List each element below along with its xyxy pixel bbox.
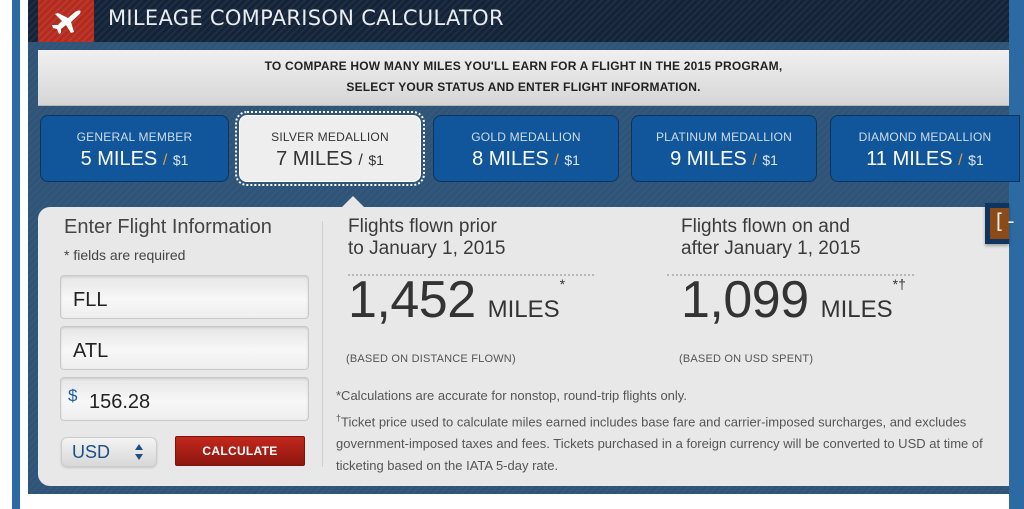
footnote-ticket-price: †Ticket price used to calculate miles ea… [336, 407, 996, 477]
mileage-calculator-widget: MILEAGE COMPARISON CALCULATOR TO COMPARE… [28, 0, 1020, 494]
tier-label: SILVER MEDALLION [271, 130, 389, 144]
destination-input[interactable] [61, 327, 308, 369]
result-title-line-1: Flights flown on and [681, 216, 850, 237]
tier-slash: / [752, 152, 757, 169]
dollar-sign-icon: $ [68, 386, 78, 405]
right-page-rail [1009, 0, 1024, 509]
ticket-price-input[interactable] [61, 378, 308, 420]
tier-miles: 11 MILES [866, 148, 953, 170]
collapse-side-tab[interactable]: [- [985, 203, 1017, 244]
tier-rate: 5 MILES / $1 [41, 148, 228, 171]
result-title-line-2: after January 1, 2015 [681, 238, 861, 259]
result-title-line-1: Flights flown prior [348, 216, 497, 237]
intro-instructions: TO COMPARE HOW MANY MILES YOU'LL EARN FO… [38, 50, 1009, 106]
tier-rate: 8 MILES / $1 [434, 148, 618, 171]
result-miles: 1,099 MILES *† [681, 270, 906, 330]
tier-miles: 7 MILES [276, 148, 353, 170]
tier-slash: / [554, 152, 559, 169]
tier-unit: $1 [172, 152, 189, 168]
origin-field[interactable] [60, 275, 309, 319]
result-title-line-2: to January 1, 2015 [348, 238, 506, 259]
intro-line-2: SELECT YOUR STATUS AND ENTER FLIGHT INFO… [346, 80, 701, 94]
tier-miles: 8 MILES [472, 148, 549, 170]
flight-info-form: Enter Flight Information * fields are re… [38, 207, 322, 486]
result-miles: 1,452 MILES * [348, 270, 565, 330]
result-title: Flights flown prior to January 1, 2015 [348, 216, 668, 260]
column-divider [322, 221, 323, 467]
tier-rate: 11 MILES / $1 [831, 148, 1019, 171]
tier-rate: 7 MILES / $1 [240, 148, 420, 171]
tier-miles: 9 MILES [670, 148, 747, 170]
miles-number: 1,099 [681, 271, 809, 329]
tier-unit: $1 [368, 152, 384, 168]
tier-label: GENERAL MEMBER [76, 130, 193, 144]
tier-unit: $1 [564, 152, 580, 168]
status-tier-tabs: GENERAL MEMBER 5 MILES / $1 SILVER MEDAL… [38, 111, 1020, 186]
tier-tab-gold-medallion[interactable]: GOLD MEDALLION 8 MILES / $1 [433, 115, 619, 182]
result-title: Flights flown on and after January 1, 20… [681, 216, 1001, 260]
tier-tab-general-member[interactable]: GENERAL MEMBER 5 MILES / $1 [40, 115, 229, 182]
tier-label: PLATINUM MEDALLION [655, 130, 793, 144]
airplane-icon [52, 10, 81, 35]
result-basis: (BASED ON USD SPENT) [679, 353, 814, 365]
currency-select[interactable]: USD [61, 437, 157, 467]
tier-slash: / [958, 152, 963, 169]
tier-label: DIAMOND MEDALLION [858, 130, 992, 144]
footnote-ticket-price-text: Ticket price used to calculate miles ear… [336, 414, 983, 474]
collapse-bracket-icon: [- [993, 209, 1018, 233]
tier-tab-diamond-medallion[interactable]: DIAMOND MEDALLION 11 MILES / $1 [830, 115, 1020, 182]
footnote-marker: * [559, 276, 566, 292]
header-icon-box [38, 0, 94, 42]
tier-rate: 9 MILES / $1 [632, 148, 816, 171]
origin-input[interactable] [61, 276, 308, 318]
intro-line-1: TO COMPARE HOW MANY MILES YOU'LL EARN FO… [264, 59, 783, 73]
up-down-arrows-icon [135, 444, 143, 460]
calculator-panel: Enter Flight Information * fields are re… [38, 207, 1009, 486]
destination-field[interactable] [60, 326, 309, 370]
tier-slash: / [162, 152, 168, 169]
left-page-rail [12, 0, 20, 509]
result-basis: (BASED ON DISTANCE FLOWN) [346, 353, 516, 365]
tier-slash: / [358, 152, 363, 169]
footnotes: *Calculations are accurate for nonstop, … [336, 385, 996, 477]
currency-value: USD [72, 442, 111, 462]
tier-miles: 5 MILES [80, 148, 158, 170]
tier-tab-silver-medallion[interactable]: SILVER MEDALLION 7 MILES / $1 [235, 111, 425, 186]
miles-unit: MILES [487, 296, 560, 323]
tier-tab-platinum-medallion[interactable]: PLATINUM MEDALLION 9 MILES / $1 [631, 115, 817, 182]
footnote-marker: *† [892, 276, 906, 292]
ticket-price-field[interactable]: $ [60, 377, 309, 421]
tier-label: GOLD MEDALLION [471, 130, 581, 144]
footnote-nonstop: *Calculations are accurate for nonstop, … [336, 388, 687, 403]
calculator-header: MILEAGE COMPARISON CALCULATOR [28, 0, 1009, 42]
miles-unit: MILES [820, 296, 893, 323]
tier-unit: $1 [968, 152, 984, 168]
required-fields-note: * fields are required [64, 247, 186, 263]
tier-unit: $1 [762, 152, 778, 168]
calculate-button[interactable]: CALCULATE [175, 436, 305, 466]
calculator-title: MILEAGE COMPARISON CALCULATOR [108, 6, 504, 30]
miles-number: 1,452 [348, 271, 476, 329]
form-title: Enter Flight Information [64, 216, 272, 238]
